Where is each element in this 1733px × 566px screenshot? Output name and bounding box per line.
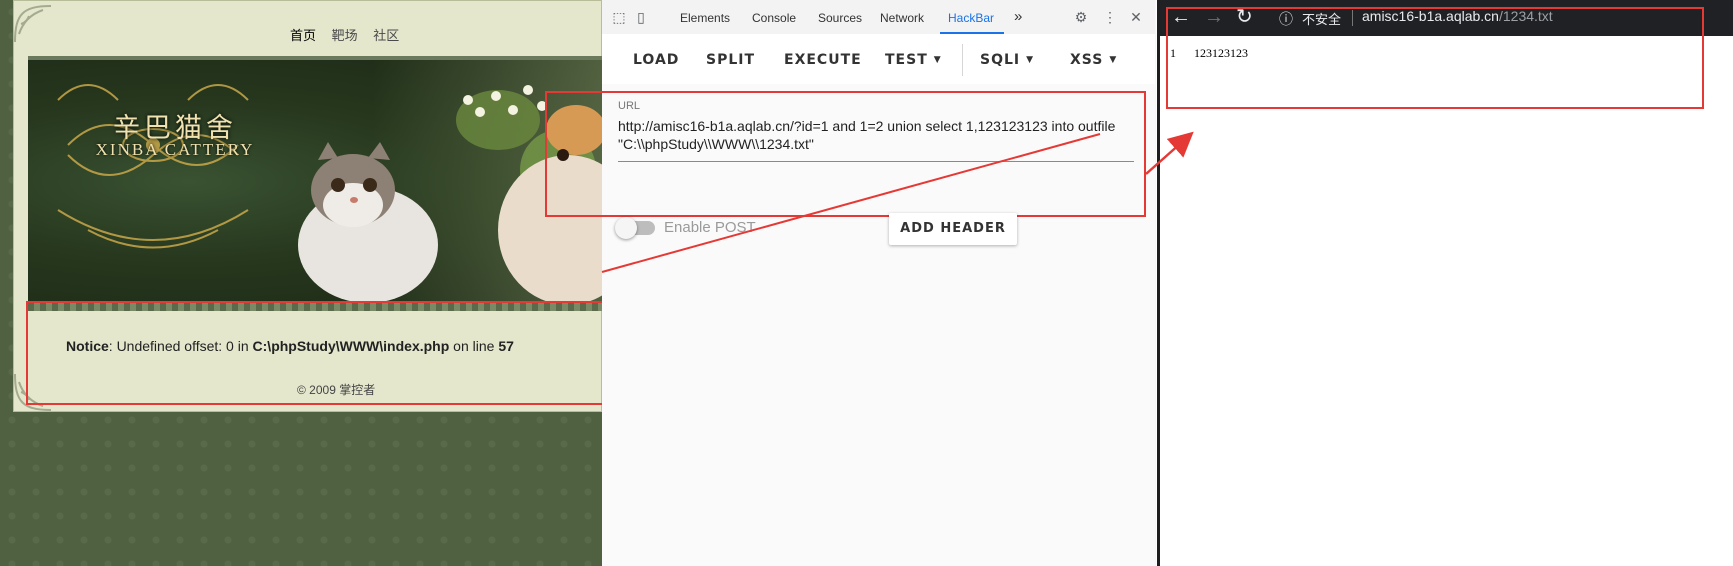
chevron-down-icon: ▼	[1109, 55, 1118, 65]
xss-dropdown[interactable]: XSS ▼	[1070, 52, 1117, 68]
load-button[interactable]: LOAD	[633, 52, 679, 68]
close-icon[interactable]: ✕	[1128, 9, 1144, 25]
tab-elements[interactable]: Elements	[680, 11, 730, 25]
more-tabs-icon[interactable]: »	[1014, 8, 1022, 25]
xss-label: XSS	[1070, 52, 1104, 68]
menu-divider	[962, 44, 963, 76]
nav-item-community[interactable]: 社区	[373, 28, 399, 43]
tab-console[interactable]: Console	[752, 11, 796, 25]
cattery-banner	[28, 60, 602, 303]
enable-post-label: Enable POST	[664, 219, 756, 236]
inspect-icon[interactable]: ⬚	[611, 9, 627, 25]
tab-sources[interactable]: Sources	[818, 11, 862, 25]
cat-illustration	[298, 142, 438, 303]
ornament-icon	[14, 5, 52, 43]
banner-art	[57, 84, 602, 303]
highlight-box-url	[545, 91, 1146, 217]
split-button[interactable]: SPLIT	[706, 52, 755, 68]
settings-icon[interactable]: ⚙	[1073, 9, 1089, 25]
highlight-box-notice	[26, 301, 617, 405]
sqli-dropdown[interactable]: SQLI ▼	[980, 52, 1034, 68]
nav-item-range[interactable]: 靶场	[332, 28, 358, 43]
devtools-toolbar: ⬚ ▯ Elements Console Sources Network Hac…	[602, 0, 1155, 35]
more-vert-icon[interactable]: ⋮	[1102, 9, 1118, 25]
execute-button[interactable]: EXECUTE	[784, 52, 862, 68]
add-header-button[interactable]: ADD HEADER	[889, 213, 1017, 245]
tab-hackbar[interactable]: HackBar	[948, 11, 994, 25]
chevron-down-icon: ▼	[1026, 55, 1035, 65]
tab-network[interactable]: Network	[880, 11, 924, 25]
toggle-knob[interactable]	[615, 217, 637, 239]
device-toggle-icon[interactable]: ▯	[633, 9, 649, 25]
site-nav: 首页 靶场 社区	[290, 25, 411, 44]
logo-subtitle: XINBA CATTERY	[95, 140, 255, 159]
test-label: TEST	[885, 52, 928, 68]
highlight-box-result	[1166, 7, 1704, 109]
test-dropdown[interactable]: TEST ▼	[885, 52, 942, 68]
nav-item-home[interactable]: 首页	[290, 28, 316, 43]
sqli-label: SQLI	[980, 52, 1021, 68]
chevron-down-icon: ▼	[933, 55, 942, 65]
